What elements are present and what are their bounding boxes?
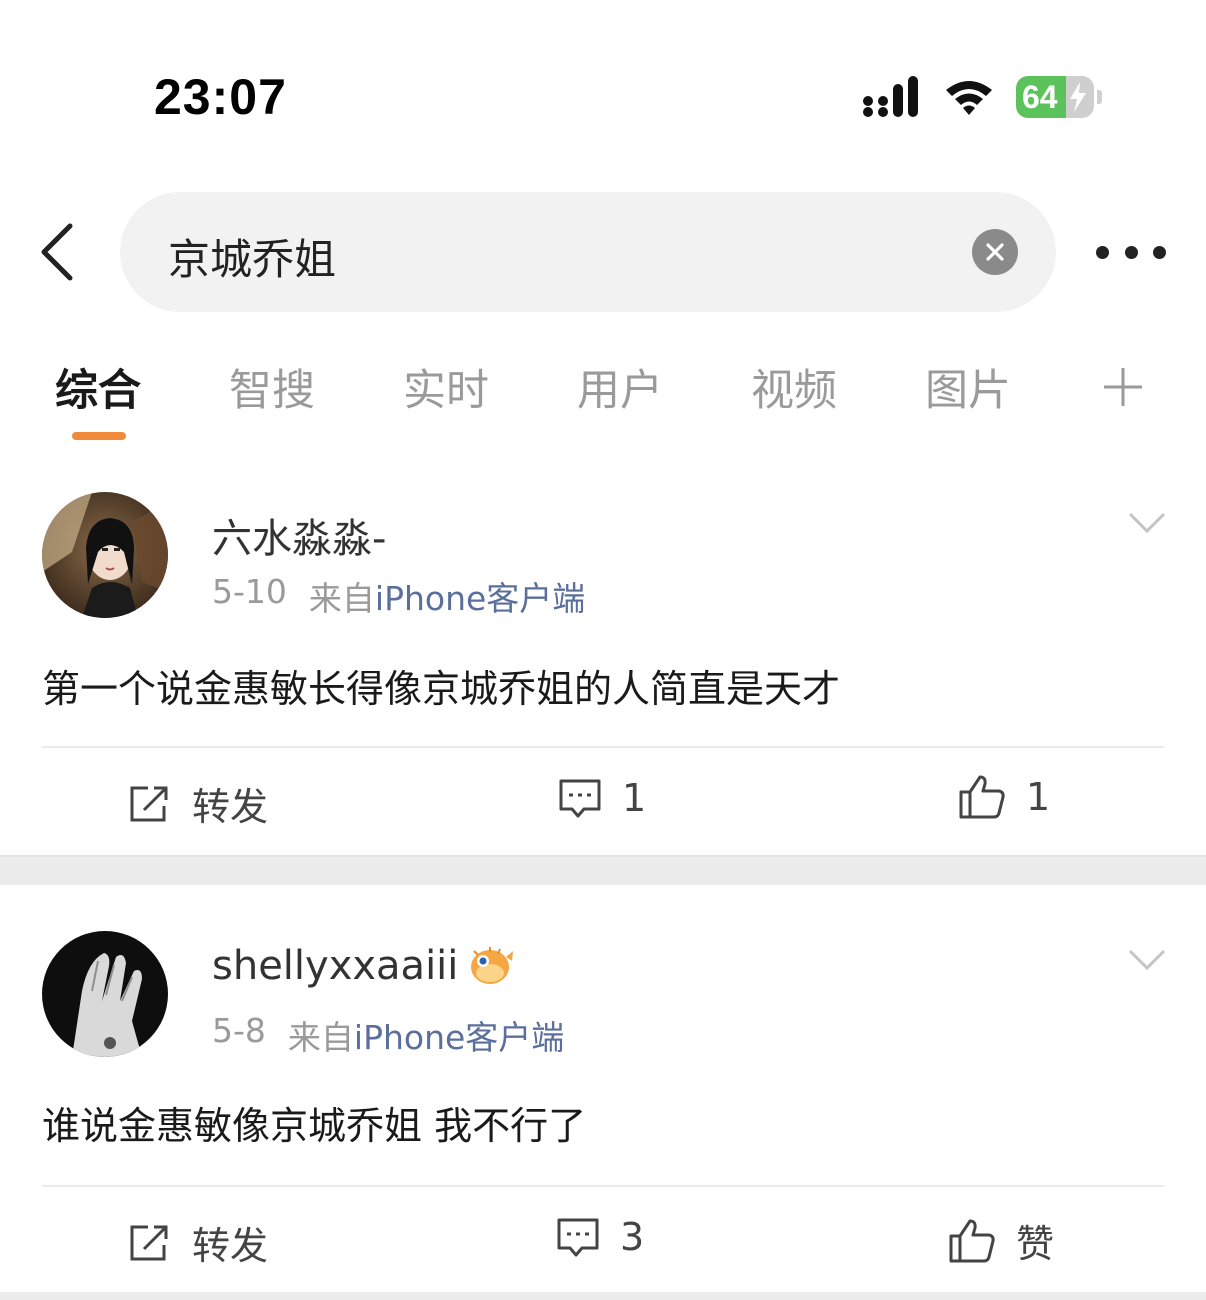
post-text: 第一个说金惠敏长得像京城乔姐的人简直是天才 xyxy=(42,667,841,711)
tab-users[interactable]: 用户 xyxy=(577,356,663,418)
post-card: 六水淼淼- 5-10 来自iPhone客户端 第一个说金惠敏长得像京城乔姐的人简… xyxy=(0,462,1206,855)
post-meta: 5-8 来自iPhone客户端 xyxy=(212,1011,564,1059)
comment-icon xyxy=(557,1218,599,1257)
tab-comprehensive[interactable]: 综合 xyxy=(55,356,141,418)
repost-icon xyxy=(130,1225,168,1260)
clear-icon xyxy=(986,243,1004,261)
avatar[interactable] xyxy=(42,931,168,1057)
comment-icon xyxy=(559,779,601,818)
more-icon[interactable] xyxy=(1096,240,1166,264)
comment-button[interactable]: 1 xyxy=(558,776,646,820)
back-button[interactable] xyxy=(28,218,84,286)
feed-separator xyxy=(0,1292,1206,1300)
repost-label: 转发 xyxy=(192,1224,269,1268)
like-button[interactable]: 1 xyxy=(958,774,1050,820)
thumbs-up-icon xyxy=(949,1219,995,1262)
status-time: 23:07 xyxy=(154,69,287,125)
post-source-prefix: 来自 xyxy=(287,1018,354,1057)
divider xyxy=(42,746,1164,748)
back-arrow-icon xyxy=(41,223,73,281)
tab-realtime[interactable]: 实时 xyxy=(403,356,489,418)
search-tabs: 综合 智搜 实时 用户 视频 图片 xyxy=(0,356,1206,446)
avatar[interactable] xyxy=(42,492,168,618)
status-icons: 64 xyxy=(862,76,1102,118)
divider xyxy=(42,1185,1164,1187)
comment-button[interactable]: 3 xyxy=(556,1215,644,1259)
like-button[interactable]: 赞 xyxy=(948,1213,1054,1268)
plus-icon[interactable] xyxy=(1102,366,1144,408)
search-input[interactable]: 京城乔姐 xyxy=(120,192,1056,312)
repost-button[interactable]: 转发 xyxy=(128,1215,268,1270)
post-source-device[interactable]: iPhone客户端 xyxy=(354,1018,564,1057)
tab-images[interactable]: 图片 xyxy=(925,356,1011,418)
post-date: 5-8 xyxy=(212,1011,266,1050)
charging-bolt-icon xyxy=(1070,82,1086,112)
thumbs-up-icon xyxy=(959,775,1005,819)
signal-icon xyxy=(863,76,918,117)
post-text: 谁说金惠敏像京城乔姐 我不行了 xyxy=(42,1104,587,1148)
status-bar: 23:07 64 xyxy=(0,0,1206,180)
feed-separator xyxy=(0,855,1206,885)
post-username[interactable]: shellyxxaaiii xyxy=(212,943,514,989)
repost-icon xyxy=(130,786,168,821)
post-source-prefix: 来自 xyxy=(308,579,375,618)
search-query: 京城乔姐 xyxy=(168,235,337,284)
chevron-down-icon[interactable] xyxy=(1128,512,1166,534)
battery-icon: 64 xyxy=(1016,76,1094,118)
post-card: shellyxxaaiii 5-8 来自iPhone客户端 谁说金惠敏像京城乔姐… xyxy=(0,885,1206,1292)
post-username-text: shellyxxaaiii xyxy=(212,943,459,989)
post-date: 5-10 xyxy=(212,572,287,611)
comment-count: 3 xyxy=(620,1215,645,1259)
post-username[interactable]: 六水淼淼- xyxy=(212,506,386,564)
post-meta: 5-10 来自iPhone客户端 xyxy=(212,572,585,620)
chevron-down-icon[interactable] xyxy=(1128,949,1166,971)
battery-percent: 64 xyxy=(1022,79,1058,115)
like-label: 赞 xyxy=(1016,1222,1055,1266)
wifi-icon xyxy=(946,81,992,115)
repost-button[interactable]: 转发 xyxy=(128,776,268,831)
tab-video[interactable]: 视频 xyxy=(751,356,837,418)
active-tab-indicator xyxy=(72,432,126,440)
tab-smart-search[interactable]: 智搜 xyxy=(229,356,315,418)
post-source-device[interactable]: iPhone客户端 xyxy=(375,579,585,618)
clear-search-button[interactable] xyxy=(972,229,1018,275)
pufferfish-badge-icon xyxy=(471,947,514,984)
comment-count: 1 xyxy=(622,776,647,820)
like-count: 1 xyxy=(1026,775,1051,819)
repost-label: 转发 xyxy=(192,785,269,829)
